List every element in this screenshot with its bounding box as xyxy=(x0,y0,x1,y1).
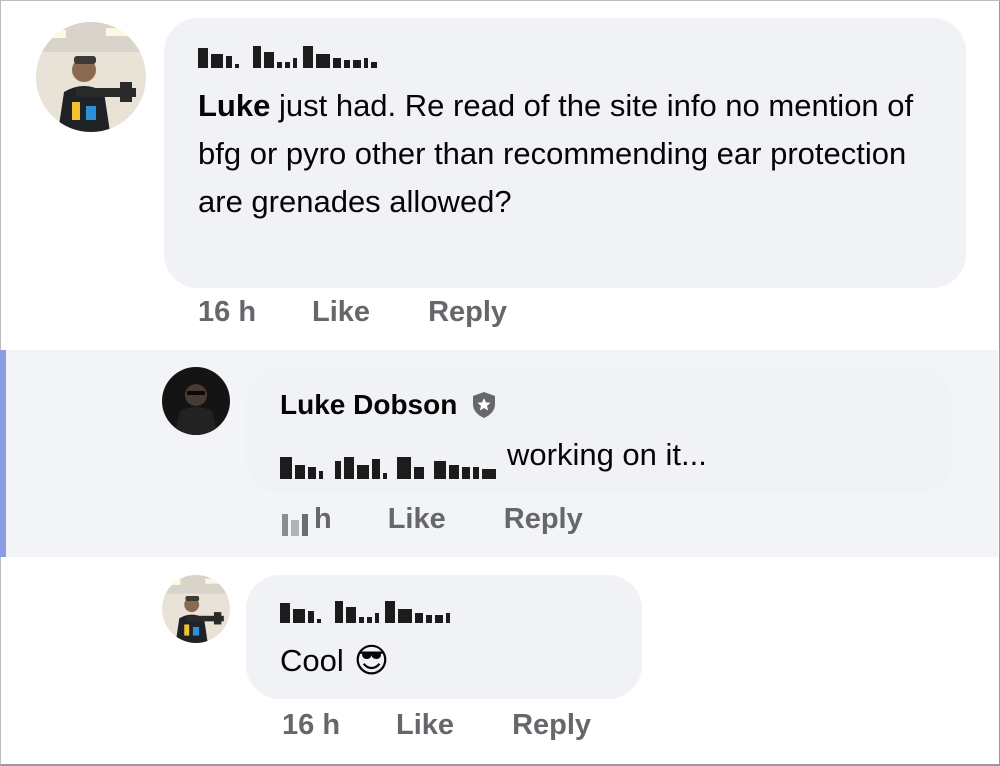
comment-bubble: Luke just had. Re read of the site info … xyxy=(164,18,966,288)
timestamp[interactable]: 16 h xyxy=(282,709,340,742)
avatar[interactable] xyxy=(162,575,230,643)
pixelated-name xyxy=(198,46,380,68)
reply-button[interactable]: Reply xyxy=(428,296,507,329)
mention-link[interactable]: Luke xyxy=(198,88,270,123)
comment-actions: h Like Reply xyxy=(282,503,583,536)
profile-photo-dark-icon xyxy=(162,367,230,435)
sunglasses-emoji-icon: 😎 xyxy=(353,642,390,680)
highlight-indicator-bar xyxy=(0,350,6,557)
like-button[interactable]: Like xyxy=(396,709,454,742)
comment-actions: 16 h Like Reply xyxy=(282,709,591,742)
shield-star-badge-icon xyxy=(473,392,496,418)
profile-photo-soldier-icon xyxy=(36,22,146,132)
pixelated-time xyxy=(282,503,311,536)
comment-text: working on it... xyxy=(280,431,707,479)
avatar[interactable] xyxy=(36,22,146,132)
comment-author-redacted[interactable] xyxy=(280,601,453,631)
like-button[interactable]: Like xyxy=(312,296,370,329)
timestamp[interactable]: h xyxy=(282,503,332,536)
comment-text: Cool 😎 xyxy=(280,637,389,685)
comment-author-name[interactable]: Luke Dobson xyxy=(280,389,499,421)
reply-button[interactable]: Reply xyxy=(512,709,591,742)
comment-text: Luke just had. Re read of the site info … xyxy=(198,88,914,219)
avatar[interactable] xyxy=(162,367,230,435)
comment-bubble: Luke Dobson working on it... xyxy=(246,367,952,493)
comment-author-redacted[interactable] xyxy=(198,46,380,78)
timestamp[interactable]: 16 h xyxy=(198,296,256,329)
reply-button[interactable]: Reply xyxy=(504,503,583,536)
profile-photo-soldier-icon xyxy=(162,575,230,643)
pixelated-name xyxy=(280,601,453,623)
comment-bubble: Cool 😎 xyxy=(246,575,642,699)
comment-actions: 16 h Like Reply xyxy=(198,296,507,329)
pixelated-text xyxy=(280,431,499,479)
like-button[interactable]: Like xyxy=(388,503,446,536)
